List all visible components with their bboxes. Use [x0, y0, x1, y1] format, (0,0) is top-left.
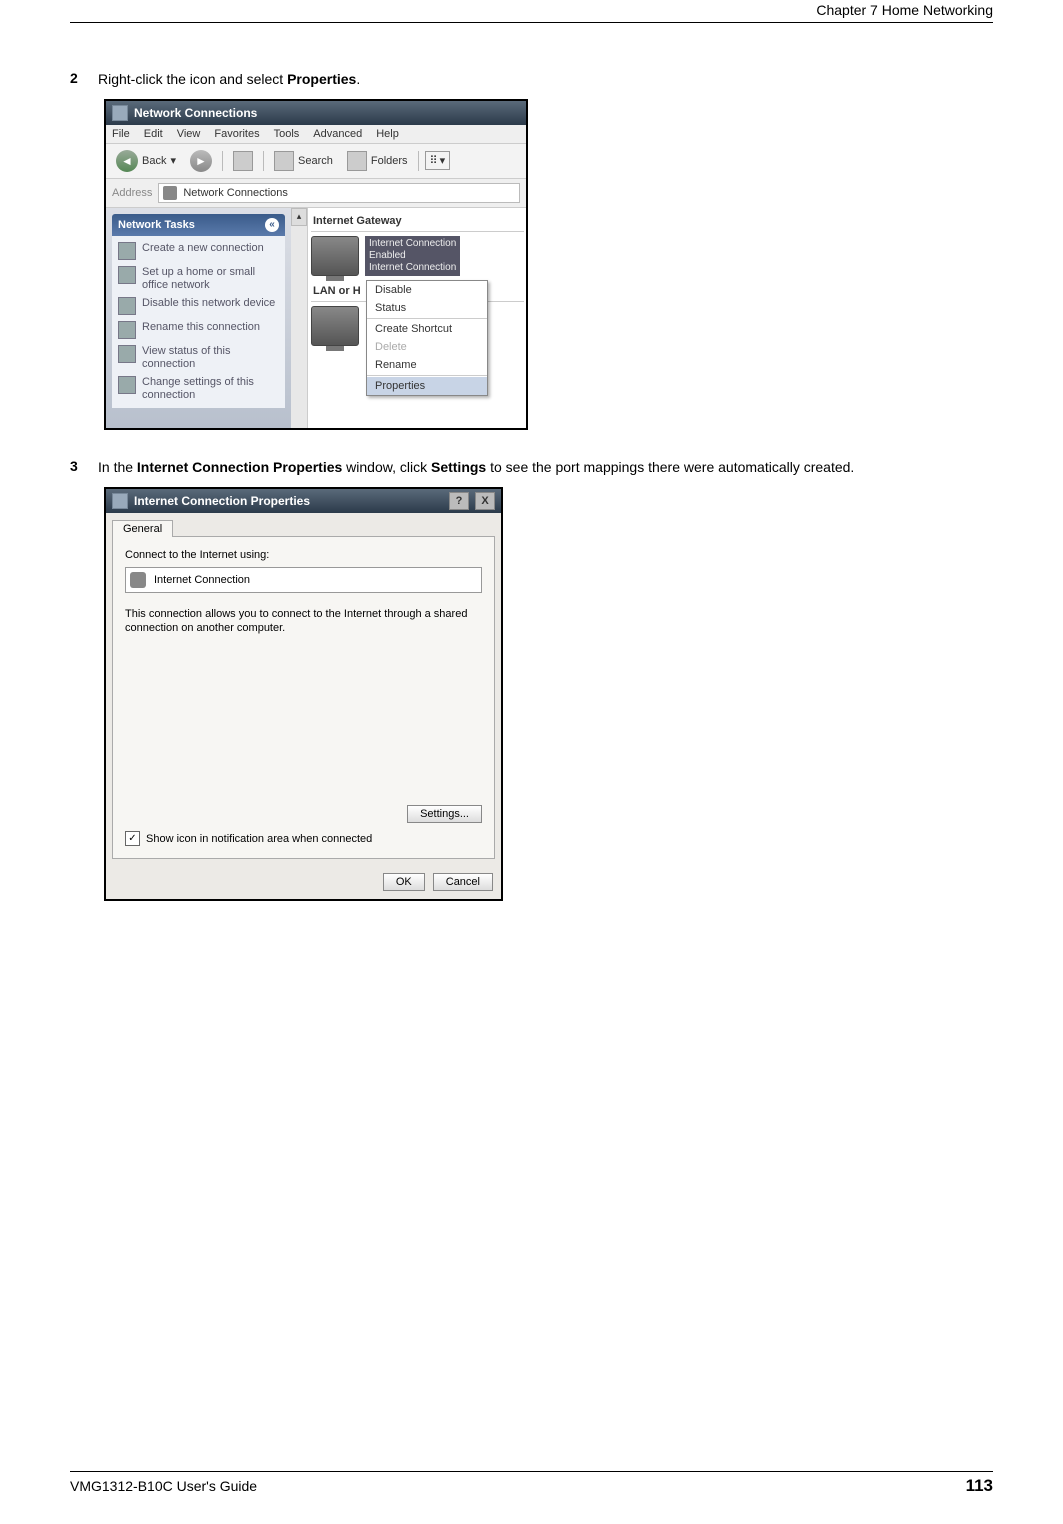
window-titlebar: Network Connections	[106, 101, 526, 125]
address-input[interactable]: Network Connections	[158, 183, 520, 203]
forward-button[interactable]: ►	[186, 148, 216, 174]
task-setup-network[interactable]: Set up a home or small office network	[116, 264, 281, 293]
properties-panel: Connect to the Internet using: Internet …	[112, 536, 495, 860]
back-button[interactable]: ◄Back ▾	[112, 148, 180, 174]
window-title: Network Connections	[134, 106, 257, 120]
ctx-delete: Delete	[367, 338, 487, 356]
ok-button[interactable]: OK	[383, 873, 425, 891]
search-icon	[274, 151, 294, 171]
task-icon	[118, 297, 136, 315]
step-3-text: In the Internet Connection Properties wi…	[98, 458, 993, 477]
step-2-number: 2	[70, 70, 98, 89]
folder-up-icon	[233, 151, 253, 171]
figure-internet-connection-properties: Internet Connection Properties ? X Gener…	[104, 487, 503, 902]
address-label: Address	[112, 187, 152, 199]
task-icon	[118, 321, 136, 339]
close-button[interactable]: X	[475, 492, 495, 510]
task-icon	[118, 345, 136, 363]
tab-general[interactable]: General	[112, 520, 173, 537]
address-value: Network Connections	[183, 187, 288, 199]
task-icon	[118, 242, 136, 260]
address-icon	[163, 186, 177, 200]
menu-help[interactable]: Help	[376, 128, 399, 140]
up-button[interactable]	[229, 149, 257, 173]
step-2-text: Right-click the icon and select Properti…	[98, 70, 993, 89]
menu-edit[interactable]: Edit	[144, 128, 163, 140]
window-icon	[112, 493, 128, 509]
menu-favorites[interactable]: Favorites	[214, 128, 259, 140]
help-button[interactable]: ?	[449, 492, 469, 510]
figure-network-connections: Network Connections File Edit View Favor…	[104, 99, 528, 430]
sidebar: Network Tasks « Create a new connection …	[106, 208, 291, 428]
task-view-status[interactable]: View status of this connection	[116, 343, 281, 372]
connect-using-field: Internet Connection	[125, 567, 482, 593]
network-tasks-header[interactable]: Network Tasks «	[112, 214, 285, 236]
connect-label: Connect to the Internet using:	[125, 549, 482, 561]
task-create-connection[interactable]: Create a new connection	[116, 240, 281, 262]
address-bar: Address Network Connections	[106, 179, 526, 208]
ctx-status[interactable]: Status	[367, 299, 487, 317]
settings-button[interactable]: Settings...	[407, 805, 482, 823]
ctx-rename[interactable]: Rename	[367, 356, 487, 374]
task-disable-device[interactable]: Disable this network device	[116, 295, 281, 317]
task-rename[interactable]: Rename this connection	[116, 319, 281, 341]
separator	[418, 151, 419, 171]
monitor-icon	[311, 236, 359, 276]
chapter-title: Chapter 7 Home Networking	[816, 2, 993, 18]
scroll-up-icon: ▴	[291, 208, 307, 226]
menu-tools[interactable]: Tools	[274, 128, 300, 140]
ctx-create-shortcut[interactable]: Create Shortcut	[367, 320, 487, 338]
tab-row: General	[106, 513, 501, 536]
explorer-main-pane: ▴ Internet Gateway Internet Connection E…	[291, 208, 526, 428]
task-icon	[118, 266, 136, 284]
task-icon	[118, 376, 136, 394]
views-button[interactable]: ⠿▾	[425, 151, 451, 170]
folders-button[interactable]: Folders	[343, 149, 412, 173]
menu-file[interactable]: File	[112, 128, 130, 140]
window-icon	[112, 105, 128, 121]
search-button[interactable]: Search	[270, 149, 337, 173]
step-3: 3 In the Internet Connection Properties …	[70, 458, 993, 477]
separator	[222, 151, 223, 171]
dialog-titlebar: Internet Connection Properties ? X	[106, 489, 501, 513]
step-3-number: 3	[70, 458, 98, 477]
dialog-title: Internet Connection Properties	[134, 494, 310, 508]
connect-value: Internet Connection	[154, 574, 250, 586]
collapse-icon: «	[265, 218, 279, 232]
item-label: Internet Connection Enabled Internet Con…	[365, 236, 460, 276]
cancel-button[interactable]: Cancel	[433, 873, 493, 891]
page-number: 113	[966, 1476, 993, 1496]
separator	[263, 151, 264, 171]
internet-connection-item[interactable]: Internet Connection Enabled Internet Con…	[311, 236, 524, 276]
checkbox-label: Show icon in notification area when conn…	[146, 833, 372, 845]
scrollbar[interactable]: ▴	[291, 208, 308, 428]
context-menu: Disable Status Create Shortcut Delete Re…	[366, 280, 488, 396]
footer-guide: VMG1312-B10C User's Guide	[70, 1478, 257, 1494]
menu-advanced[interactable]: Advanced	[313, 128, 362, 140]
folders-icon	[347, 151, 367, 171]
task-change-settings[interactable]: Change settings of this connection	[116, 374, 281, 403]
toolbar: ◄Back ▾ ► Search Folders ⠿▾	[106, 144, 526, 179]
category-internet-gateway: Internet Gateway	[311, 212, 524, 230]
menu-view[interactable]: View	[177, 128, 201, 140]
connection-description: This connection allows you to connect to…	[125, 607, 482, 636]
menu-bar: File Edit View Favorites Tools Advanced …	[106, 125, 526, 144]
step-2: 2 Right-click the icon and select Proper…	[70, 70, 993, 89]
ctx-disable[interactable]: Disable	[367, 281, 487, 299]
monitor-icon	[311, 306, 359, 346]
views-icon: ⠿	[430, 154, 437, 167]
ctx-properties[interactable]: Properties	[367, 377, 487, 395]
connection-icon	[130, 572, 146, 588]
show-icon-checkbox[interactable]: ✓	[125, 831, 140, 846]
